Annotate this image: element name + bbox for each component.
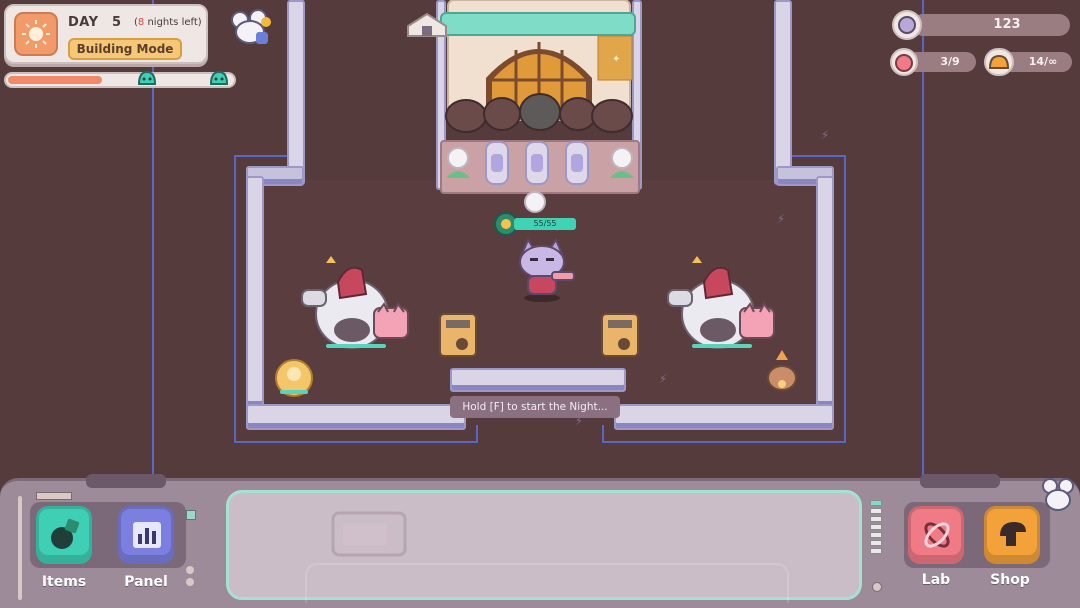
base-outline bbox=[234, 441, 478, 443]
pet-station-left[interactable] bbox=[300, 260, 414, 356]
wire-line bbox=[922, 0, 924, 480]
energy-gauge bbox=[870, 500, 882, 556]
wall-segment bbox=[246, 176, 264, 408]
wall-segment bbox=[774, 0, 792, 185]
base-outline bbox=[476, 425, 478, 443]
base-outline bbox=[602, 441, 846, 443]
shop-button[interactable] bbox=[984, 506, 1040, 564]
toolbar-handle bbox=[920, 474, 1000, 488]
storage-crate[interactable] bbox=[600, 312, 640, 358]
items-label: Items bbox=[41, 574, 87, 590]
day-progress-fill bbox=[8, 76, 103, 84]
bolt-icon: ⚡ bbox=[820, 128, 830, 142]
shop-label: Shop bbox=[990, 572, 1030, 588]
shop-icon bbox=[1000, 522, 1026, 546]
wall-segment bbox=[450, 368, 626, 392]
pet-count-value: 3/9 bbox=[940, 55, 960, 68]
pet-station-right[interactable] bbox=[666, 260, 780, 356]
atom-icon bbox=[924, 522, 950, 548]
day-panel: DAY 5 (8 nights left) Building Mode bbox=[4, 4, 208, 64]
gauge-knob bbox=[872, 582, 882, 592]
lab-label: Lab bbox=[921, 572, 951, 588]
building-mode-button[interactable]: Building Mode bbox=[68, 38, 182, 60]
unit-count-value: 14/∞ bbox=[1028, 55, 1058, 68]
wall-segment bbox=[246, 404, 466, 430]
bomb-icon bbox=[51, 518, 80, 549]
indicator-strip bbox=[36, 492, 72, 500]
coin-pot[interactable] bbox=[272, 356, 318, 400]
wall-segment bbox=[287, 0, 305, 185]
rail bbox=[18, 496, 22, 600]
wall-segment bbox=[614, 404, 834, 430]
coin-icon bbox=[892, 10, 922, 40]
items-button[interactable] bbox=[36, 506, 92, 564]
slot-panel-tray bbox=[305, 563, 789, 603]
hedge-row bbox=[445, 93, 633, 133]
mouse-helper-icon[interactable] bbox=[228, 8, 276, 48]
bolt-icon: ⚡ bbox=[658, 372, 668, 386]
day-progress-bar bbox=[4, 72, 236, 88]
toolbar-handle bbox=[86, 474, 166, 488]
structure-health-bar bbox=[440, 12, 636, 36]
bar-chart-icon bbox=[133, 522, 161, 548]
day-label: DAY bbox=[68, 15, 99, 30]
svg-text:✦: ✦ bbox=[612, 54, 620, 65]
currency-counter: 123 bbox=[912, 14, 1070, 36]
side-gauges bbox=[186, 510, 196, 590]
currency-value: 123 bbox=[993, 17, 1021, 32]
helmet-icon bbox=[984, 48, 1014, 76]
panel-button[interactable] bbox=[118, 506, 174, 564]
storage-crate[interactable] bbox=[438, 312, 478, 358]
inventory-slot-panel[interactable] bbox=[226, 490, 862, 603]
mouse-mascot-icon bbox=[1042, 478, 1074, 511]
day-number: 5 bbox=[112, 15, 122, 30]
house-icon bbox=[407, 12, 447, 37]
lab-button[interactable] bbox=[908, 506, 964, 564]
sun-icon bbox=[14, 12, 58, 56]
player-character[interactable] bbox=[508, 238, 580, 304]
battery-icon bbox=[331, 511, 407, 557]
upgrade-arrow-icon bbox=[692, 256, 702, 263]
health-text: 55/55 bbox=[533, 219, 557, 228]
upgrade-arrow-icon bbox=[326, 256, 336, 263]
wall-segment bbox=[816, 176, 834, 408]
slime-enemy-icon bbox=[137, 70, 157, 85]
player-health: 55/55 bbox=[494, 212, 578, 236]
bolt-icon: ⚡ bbox=[776, 212, 786, 226]
base-outline bbox=[602, 425, 604, 443]
panel-label: Panel bbox=[124, 574, 168, 590]
pig-icon bbox=[890, 48, 918, 76]
nights-left: (8 nights left) bbox=[134, 17, 202, 28]
start-night-hint: Hold [F] to start the Night... bbox=[450, 396, 620, 418]
slime-enemy-icon bbox=[209, 70, 229, 85]
mushroom-turret[interactable] bbox=[764, 350, 800, 394]
